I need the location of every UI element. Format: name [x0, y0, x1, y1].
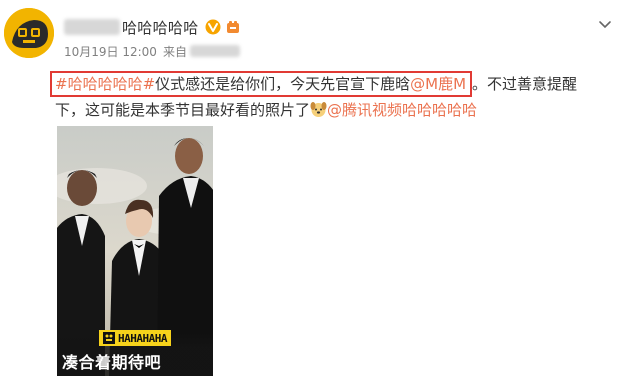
- post-photo[interactable]: HAHAHAHA 凑合着期待吧: [57, 126, 213, 376]
- post-text-1: 仪式感还是给你们，今天先官宣下鹿晗: [155, 75, 411, 93]
- show-logo: HAHAHAHA: [99, 330, 171, 346]
- show-logo-text: HAHAHAHA: [118, 331, 167, 345]
- mention-link-tencent[interactable]: @腾讯视频哈哈哈哈哈: [327, 101, 477, 119]
- blurred-source: [189, 45, 240, 57]
- post-text-2: 。不过善意提醒: [472, 75, 578, 93]
- post-line-2: 下，这可能是本季节目最好看的照片了 @腾讯视频哈哈哈哈哈: [55, 97, 615, 123]
- dog-face-emoji-icon: [310, 101, 327, 118]
- verified-v-icon: [205, 19, 221, 35]
- post-line-1: #哈哈哈哈哈#仪式感还是给你们，今天先官宣下鹿晗@M鹿M 。不过善意提醒: [50, 71, 615, 97]
- author-name[interactable]: 哈哈哈哈哈: [122, 17, 199, 38]
- level-badge-icon[interactable]: [226, 20, 240, 34]
- blurred-name-part: [64, 19, 120, 35]
- photo-caption: 凑合着期待吧: [62, 353, 162, 372]
- show-logo-icon: [103, 332, 115, 344]
- source-prefix: 来自: [162, 44, 187, 59]
- post-text-3: 下，这可能是本季节目最好看的照片了: [55, 101, 311, 119]
- mention-link-luhan[interactable]: @M鹿M: [410, 75, 466, 93]
- user-avatar[interactable]: [4, 8, 54, 58]
- post-content: #哈哈哈哈哈#仪式感还是给你们，今天先官宣下鹿晗@M鹿M 。不过善意提醒 下，这可…: [50, 71, 615, 123]
- post-timestamp[interactable]: 10月19日 12:00: [64, 43, 157, 60]
- highlight-box: #哈哈哈哈哈#仪式感还是给你们，今天先官宣下鹿晗@M鹿M: [50, 71, 473, 97]
- topic-link[interactable]: #哈哈哈哈哈#: [55, 75, 155, 93]
- chevron-down-icon[interactable]: [598, 17, 612, 31]
- cartoon-face-icon: [4, 8, 54, 58]
- post-author-row: 哈哈哈哈哈: [64, 16, 240, 38]
- post-meta: 10月19日 12:00 来自: [64, 42, 240, 60]
